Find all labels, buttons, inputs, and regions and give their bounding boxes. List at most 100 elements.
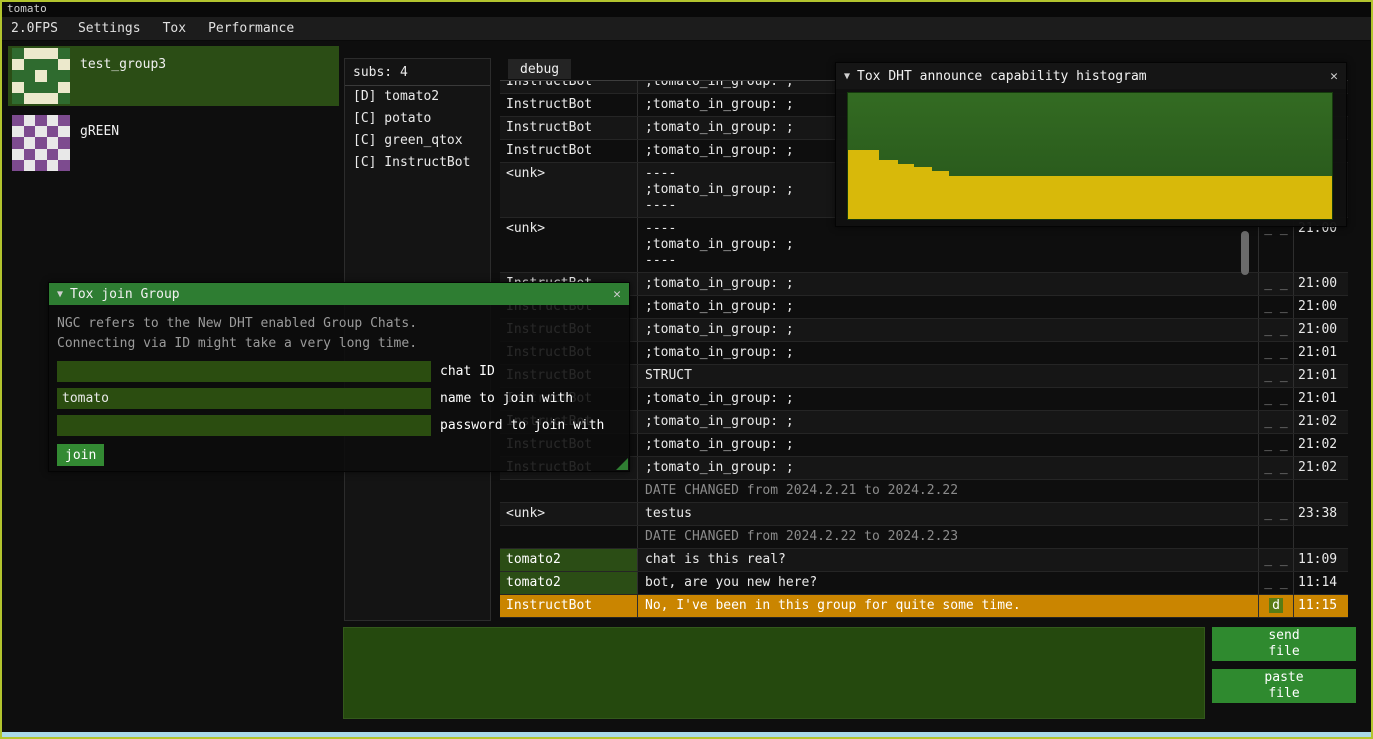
avatar-cell — [24, 115, 36, 126]
message-text: DATE CHANGED from 2024.2.21 to 2024.2.22 — [638, 480, 1258, 502]
histogram-plot — [847, 92, 1333, 220]
message-flag-text: _ _ — [1264, 575, 1287, 590]
message-flags: _ _ — [1258, 296, 1293, 318]
collapse-icon[interactable]: ▼ — [844, 71, 850, 82]
message-input[interactable] — [343, 627, 1205, 719]
member-item[interactable]: [D] tomato2 — [345, 86, 490, 108]
message-flags: _ _ — [1258, 365, 1293, 387]
message-author: InstructBot — [500, 81, 638, 93]
message-time: 23:38 — [1293, 503, 1348, 525]
join-title-bar[interactable]: ▼ Tox join Group ✕ — [49, 283, 629, 305]
message-text: testus — [638, 503, 1258, 525]
avatar-cell — [47, 149, 59, 160]
close-icon[interactable]: ✕ — [1330, 69, 1338, 84]
histogram-bar — [848, 150, 879, 219]
group-item-test-group3[interactable]: test_group3 — [8, 46, 339, 106]
avatar-cell — [35, 115, 47, 126]
message-time: 21:00 — [1293, 319, 1348, 341]
message-time — [1293, 526, 1348, 548]
message-time: 21:00 — [1293, 296, 1348, 318]
avatar-cell — [58, 82, 70, 93]
group-avatar — [12, 48, 70, 104]
message-time: 21:02 — [1293, 457, 1348, 479]
histogram-bar — [914, 167, 932, 219]
avatar-cell — [35, 70, 47, 81]
avatar-cell — [24, 48, 36, 59]
title-bar[interactable]: tomato — [2, 2, 1371, 17]
message-author — [500, 480, 638, 502]
join-info-text: NGC refers to the New DHT enabled Group … — [57, 314, 621, 354]
message-time: 11:14 — [1293, 572, 1348, 594]
message-flags: _ _ — [1258, 503, 1293, 525]
member-item[interactable]: [C] potato — [345, 108, 490, 130]
message-flags: _ _ — [1258, 342, 1293, 364]
avatar-cell — [58, 137, 70, 148]
avatar-cell — [24, 93, 36, 104]
avatar-cell — [47, 82, 59, 93]
member-list: [D] tomato2[C] potato[C] green_qtox[C] I… — [345, 86, 490, 174]
message-flag-text: d — [1269, 598, 1283, 613]
group-list: test_group3 gREEN — [8, 46, 339, 180]
menu-item-settings[interactable]: Settings — [67, 17, 152, 40]
avatar-cell — [58, 126, 70, 137]
chat-scrollbar[interactable] — [1241, 231, 1249, 275]
avatar-cell — [12, 93, 24, 104]
member-item[interactable]: [C] green_qtox — [345, 130, 490, 152]
resize-grip-icon[interactable] — [616, 458, 628, 470]
histogram-title: Tox DHT announce capability histogram — [857, 69, 1147, 84]
message-author: <unk> — [500, 503, 638, 525]
join-field-input-0[interactable] — [57, 361, 431, 382]
message-flags — [1258, 526, 1293, 548]
message-flag-text: _ _ — [1264, 299, 1287, 314]
histogram-bars — [848, 93, 1332, 219]
avatar-cell — [12, 82, 24, 93]
message-flag-text: _ _ — [1264, 345, 1287, 360]
avatar-cell — [47, 115, 59, 126]
message-time: 21:02 — [1293, 411, 1348, 433]
message-time: 21:01 — [1293, 342, 1348, 364]
message-flags: _ _ — [1258, 388, 1293, 410]
message-text: ;tomato_in_group: ; — [638, 388, 1258, 410]
menu-item-performance[interactable]: Performance — [197, 17, 305, 40]
avatar-cell — [47, 70, 59, 81]
app-window: tomato 2.0FPS SettingsToxPerformance tes… — [0, 0, 1373, 739]
menu-item-tox[interactable]: Tox — [152, 17, 197, 40]
message-text: ;tomato_in_group: ; — [638, 296, 1258, 318]
histogram-title-bar[interactable]: ▼ Tox DHT announce capability histogram … — [836, 63, 1346, 89]
histogram-bar — [898, 164, 914, 219]
group-item-green[interactable]: gREEN — [8, 113, 339, 173]
member-item[interactable]: [C] InstructBot — [345, 152, 490, 174]
window-title: tomato — [7, 2, 47, 15]
message-author: <unk> — [500, 218, 638, 272]
message-time: 11:15 — [1293, 595, 1348, 617]
tab-debug[interactable]: debug — [508, 59, 571, 79]
send-file-button[interactable]: send file — [1212, 627, 1356, 661]
message-text: ;tomato_in_group: ; — [638, 273, 1258, 295]
join-field-input-1[interactable] — [57, 388, 431, 409]
message-time: 11:09 — [1293, 549, 1348, 571]
avatar-cell — [35, 93, 47, 104]
message-flag-text: _ _ — [1264, 437, 1287, 452]
paste-file-button[interactable]: paste file — [1212, 669, 1356, 703]
close-icon[interactable]: ✕ — [613, 287, 621, 302]
status-strip — [2, 732, 1371, 737]
collapse-icon[interactable]: ▼ — [57, 289, 63, 300]
join-field-label: name to join with — [440, 391, 573, 406]
avatar-cell — [12, 126, 24, 137]
message-row: DATE CHANGED from 2024.2.21 to 2024.2.22 — [500, 480, 1348, 503]
join-field: chat ID — [57, 361, 621, 382]
avatar-cell — [35, 48, 47, 59]
avatar-cell — [12, 59, 24, 70]
histogram-bar — [932, 171, 949, 219]
message-flag-text: _ _ — [1264, 414, 1287, 429]
join-button[interactable]: join — [57, 444, 104, 466]
join-field-input-2[interactable] — [57, 415, 431, 436]
message-text: chat is this real? — [638, 549, 1258, 571]
message-row: tomato2 bot, are you new here? _ _ 11:14 — [500, 572, 1348, 595]
avatar-cell — [24, 137, 36, 148]
join-field-label: chat ID — [440, 364, 495, 379]
message-time: 21:00 — [1293, 273, 1348, 295]
message-time: 21:01 — [1293, 365, 1348, 387]
message-flags — [1258, 480, 1293, 502]
group-name: gREEN — [80, 124, 119, 139]
